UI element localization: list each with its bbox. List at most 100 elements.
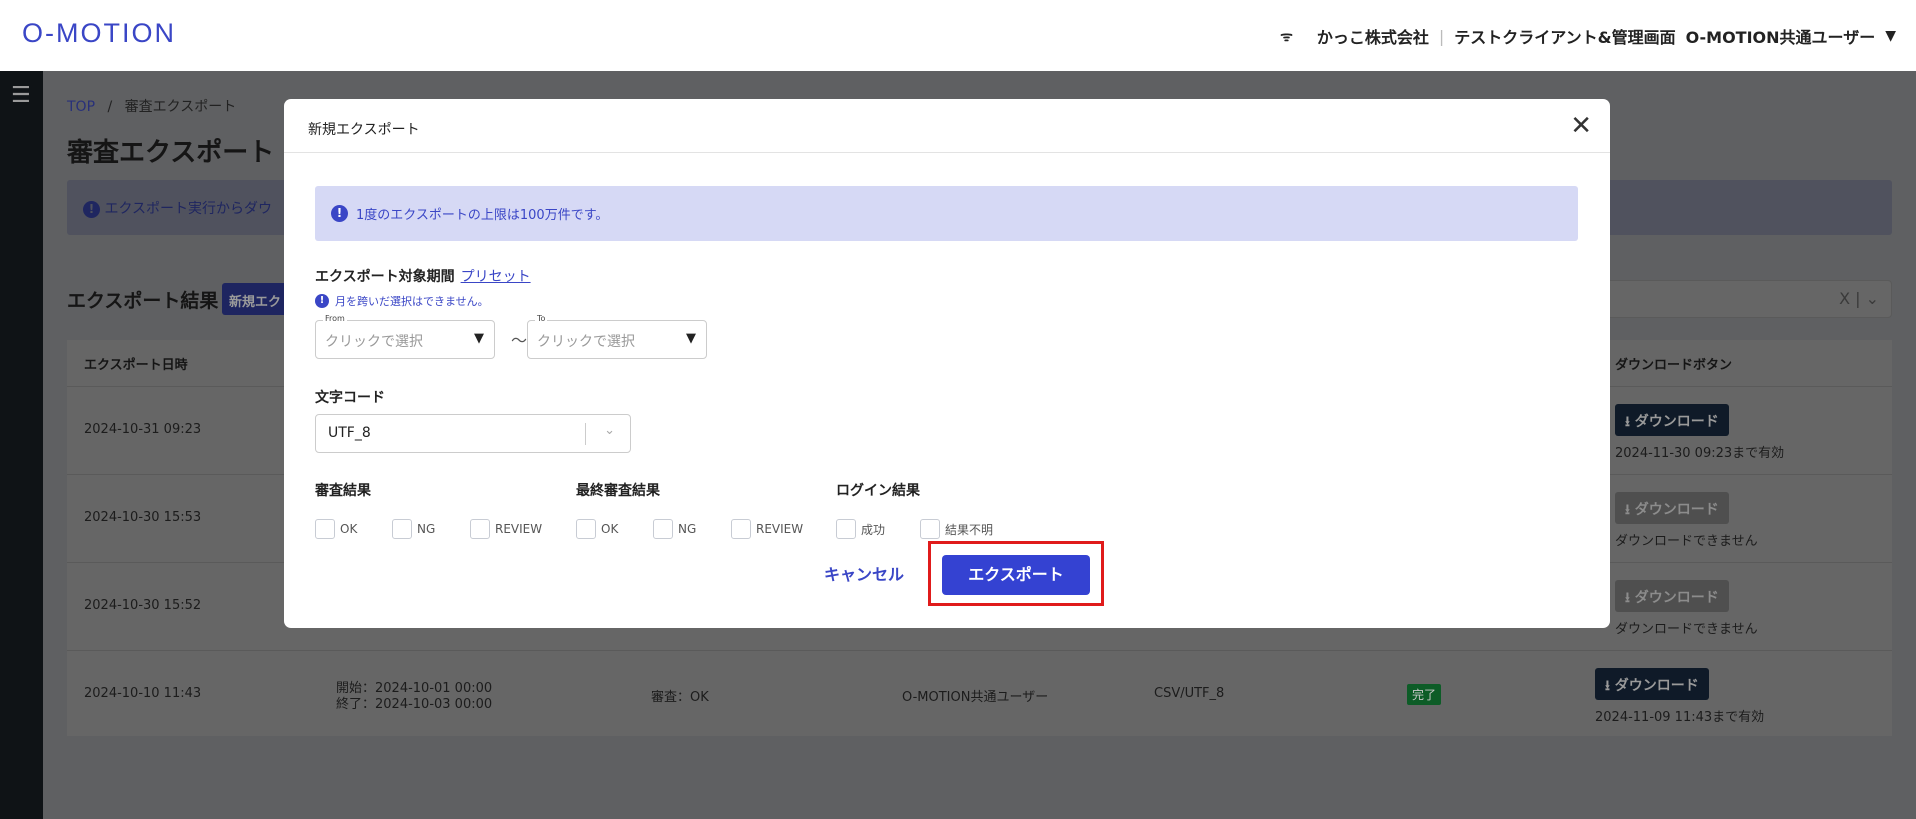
checkbox-label: 成功 [861,522,886,537]
checkbox-final-ng[interactable]: NG [653,519,696,539]
checkbox-label: NG [417,522,436,536]
hamburger-menu-icon[interactable]: ☰ [11,85,31,107]
to-placeholder: クリックで選択 [537,334,635,350]
breadcrumb: TOP / 審査エクスポート [67,96,236,116]
to-legend: To [535,314,548,323]
modal-title: 新規エクスポート [308,122,420,138]
download-label: ダウンロード [1614,678,1699,694]
checkbox[interactable] [731,519,751,539]
checkbox-label: 結果不明 [945,522,994,537]
checkbox-label: NG [678,522,697,536]
checkbox[interactable] [315,519,335,539]
encoding-select[interactable]: UTF_8 ⌄ [315,414,631,453]
range-separator: 〜 [511,331,528,350]
divider: | [1438,26,1445,46]
breadcrumb-top-link[interactable]: TOP [67,99,95,115]
checkbox[interactable] [470,519,490,539]
checkbox-label: OK [601,522,619,536]
new-export-button[interactable]: 新規エク [222,283,284,315]
expiry-note: 2024-11-30 09:23まで有効 [1615,446,1785,461]
download-button-disabled: ⭳ ダウンロード [1615,492,1729,524]
checkbox-label: OK [340,522,358,536]
close-icon[interactable]: ✕ [1570,111,1592,141]
wifi-icon: ᯤ [1280,28,1293,45]
new-export-modal: 新規エクスポート ✕ ! 1度のエクスポートの上限は100万件です。 エクスポート… [284,99,1610,628]
download-button[interactable]: ⭳ ダウンロード [1615,404,1729,436]
download-label: ダウンロード [1634,590,1719,606]
checkbox-login-success[interactable]: 成功 [836,519,885,539]
login-result-label: ログイン結果 [836,483,920,499]
screening-result-label: 審査結果 [315,483,371,499]
from-placeholder: クリックで選択 [325,334,423,350]
checkbox[interactable] [653,519,673,539]
chevron-down-icon: ⌄ [604,423,615,438]
company-name: かっこ株式会社 [1316,28,1429,47]
checkbox[interactable] [576,519,596,539]
checkbox-screening-ng[interactable]: NG [392,519,435,539]
expiry-note: 2024-11-09 11:43まで有効 [1595,710,1765,725]
export-user: O-MOTION共通ユーザー [902,690,1049,705]
breadcrumb-separator: / [107,99,113,115]
page-alert-text: エクスポート実行からダウ [104,201,273,217]
checkbox-final-ok[interactable]: OK [576,519,618,539]
download-button[interactable]: ⭳ ダウンロード [1595,668,1709,700]
final-screening-result-label: 最終審査結果 [576,483,660,499]
download-label: ダウンロード [1634,502,1719,518]
cancel-button[interactable]: キャンセル [824,561,904,585]
info-icon: ! [331,205,348,222]
checkbox-label: REVIEW [756,522,804,536]
client-name: テストクライアント&管理画面 [1454,28,1676,47]
export-date: 2024-10-31 09:23 [84,422,202,437]
checkbox-label: REVIEW [495,522,543,536]
unavailable-note: ダウンロードできません [1615,622,1758,637]
caret-down-icon: ▼ [474,331,484,346]
account-menu[interactable]: ᯤ かっこ株式会社 | テストクライアント&管理画面 O-MOTION共通ユーザ… [1280,24,1896,48]
condition: 審査：OK [651,690,709,705]
unavailable-note: ダウンロードできません [1615,534,1758,549]
page-title: 審査エクスポート [67,138,275,168]
info-text: 1度のエクスポートの上限は100万件です。 [356,208,609,223]
warning-icon: ! [315,294,329,308]
logo[interactable]: O-MOTION [22,18,176,49]
alert-icon: ! [83,201,100,218]
export-date: 2024-10-10 11:43 [84,686,202,701]
breadcrumb-current: 審査エクスポート [124,99,237,115]
status-badge: 完了 [1407,684,1442,705]
caret-down-icon[interactable]: ▼ [1885,28,1896,44]
divider [284,152,1610,153]
export-date: 2024-10-30 15:53 [84,510,202,525]
checkbox-screening-ok[interactable]: OK [315,519,357,539]
export-button[interactable]: エクスポート [942,555,1090,595]
section-title: エクスポート結果 [67,290,219,312]
from-legend: From [323,314,347,323]
period-end: 終了：2024-10-03 00:00 [336,697,493,712]
period-note-text: 月を跨いだ選択はできません。 [335,295,489,308]
download-label: ダウンロード [1634,414,1719,430]
checkbox-login-unknown[interactable]: 結果不明 [920,519,993,539]
user-name: O-MOTION共通ユーザー [1685,28,1876,47]
preset-link[interactable]: プリセット [461,269,531,285]
file-format: CSV/UTF_8 [1154,686,1225,701]
checkbox[interactable] [920,519,940,539]
period-label: エクスポート対象期間 [315,269,455,285]
table-row: 2024-10-10 11:43 開始：2024-10-01 00:00 終了：… [67,650,1892,736]
export-date: 2024-10-30 15:52 [84,598,202,613]
period-label-row: エクスポート対象期間 プリセット [315,266,531,286]
caret-down-icon: ▼ [686,331,696,346]
divider [585,423,586,445]
encoding-value: UTF_8 [328,425,371,441]
from-date-select[interactable]: From クリックで選択 ▼ [315,314,495,359]
checkbox-screening-review[interactable]: REVIEW [470,519,542,539]
column-header-date: エクスポート日時 [84,358,188,373]
checkbox[interactable] [392,519,412,539]
sidebar [0,71,43,819]
download-button-disabled: ⭳ ダウンロード [1615,580,1729,612]
to-date-select[interactable]: To クリックで選択 ▼ [527,314,707,359]
column-header-download: ダウンロードボタン [1615,358,1733,373]
period-note: ! 月を跨いだ選択はできません。 [315,293,489,309]
checkbox-final-review[interactable]: REVIEW [731,519,803,539]
encoding-label: 文字コード [315,390,385,406]
top-header: O-MOTION ᯤ かっこ株式会社 | テストクライアント&管理画面 O-MO… [0,0,1916,71]
checkbox[interactable] [836,519,856,539]
info-banner: ! 1度のエクスポートの上限は100万件です。 [315,186,1578,241]
